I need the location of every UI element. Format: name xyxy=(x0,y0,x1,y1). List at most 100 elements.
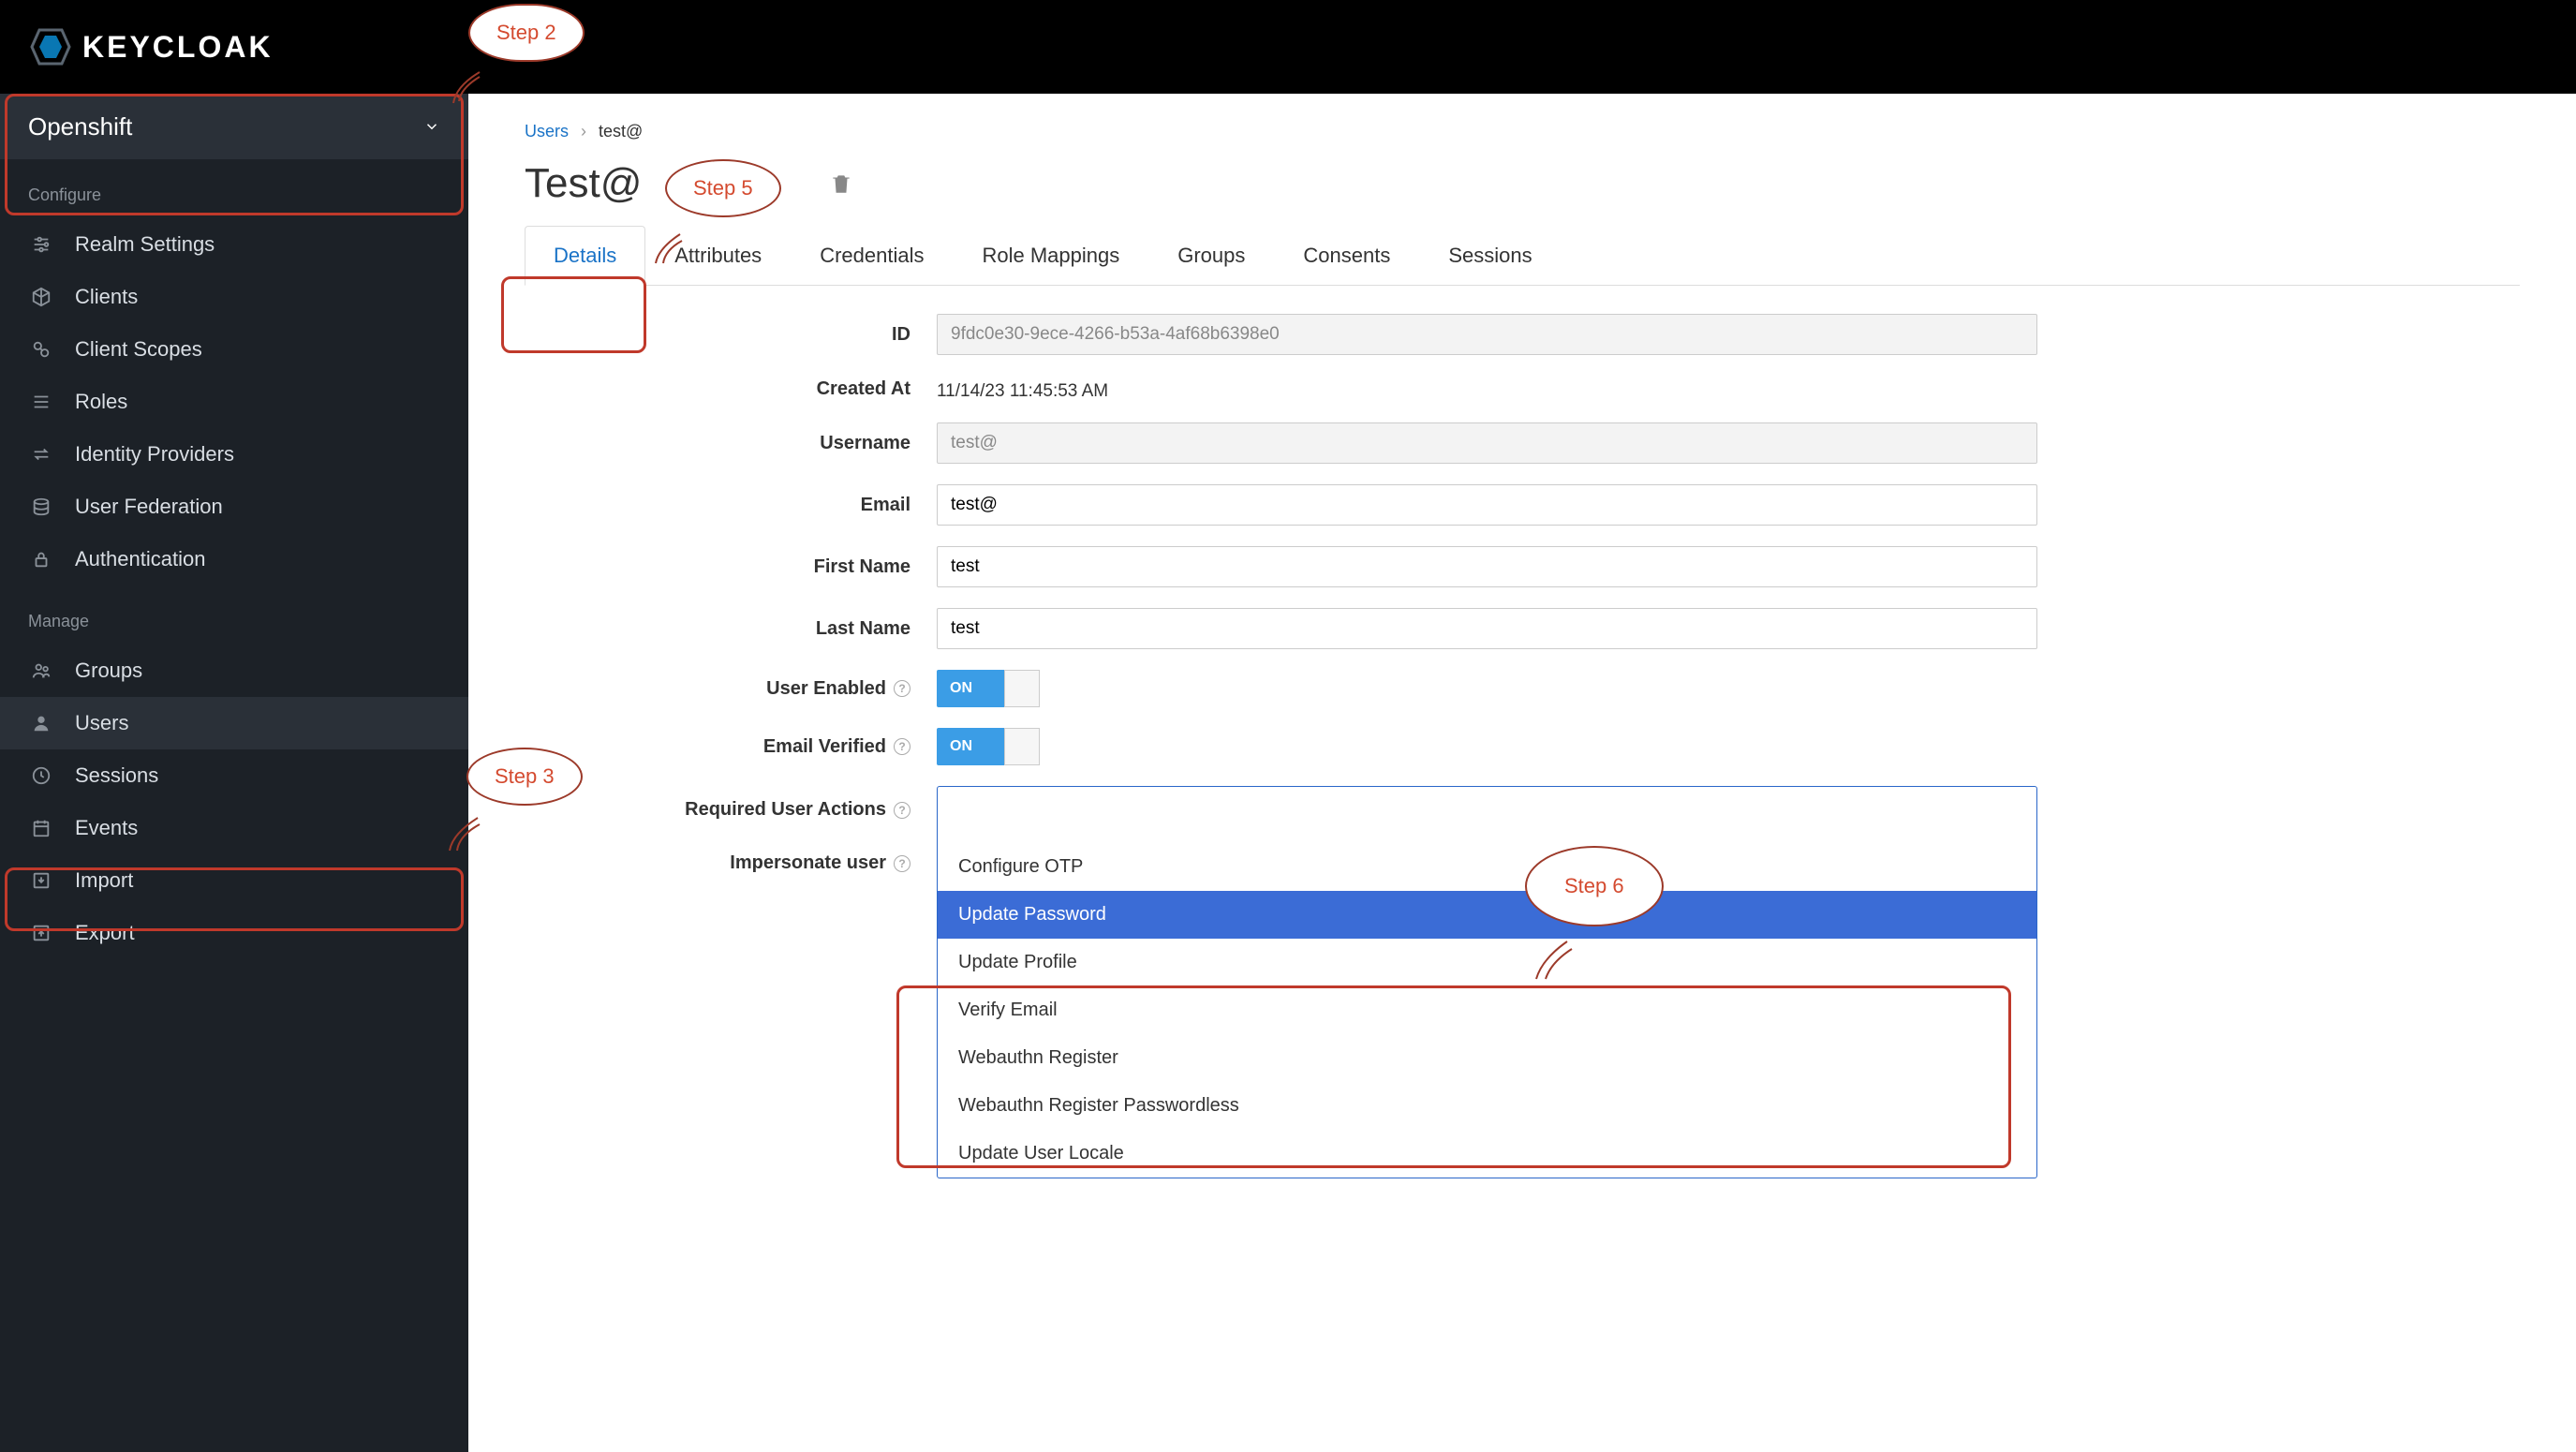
option-configure-otp[interactable]: Configure OTP xyxy=(938,843,2036,891)
sidebar-item-label: Users xyxy=(75,711,128,735)
input-last-name[interactable] xyxy=(937,608,2037,649)
list-icon xyxy=(28,389,54,415)
sidebar-item-label: Clients xyxy=(75,285,138,309)
brand-text: KEYCLOAK xyxy=(82,30,274,65)
dropdown-input[interactable] xyxy=(938,787,2036,843)
sidebar-item-clients[interactable]: Clients xyxy=(0,271,468,323)
sidebar-item-label: Identity Providers xyxy=(75,442,234,467)
export-icon xyxy=(28,920,54,946)
delete-user-button[interactable] xyxy=(829,171,853,196)
lock-icon xyxy=(28,546,54,572)
toggle-knob xyxy=(1004,670,1040,707)
main-content: Users › test@ Test@ DetailsAttributesCre… xyxy=(468,94,2576,1452)
toggle-user-enabled[interactable]: ON xyxy=(937,670,1040,707)
label-required-actions: Required User Actions ? xyxy=(525,786,937,821)
tab-credentials[interactable]: Credentials xyxy=(791,226,953,285)
annotation-step6: Step 6 xyxy=(1525,846,1664,926)
sidebar-item-sessions[interactable]: Sessions xyxy=(0,749,468,802)
breadcrumb: Users › test@ xyxy=(525,122,2520,141)
toggle-email-verified[interactable]: ON xyxy=(937,728,1040,765)
calendar-icon xyxy=(28,815,54,841)
import-icon xyxy=(28,867,54,894)
annotation-step2: Step 2 xyxy=(468,4,585,62)
annotation-step5: Step 5 xyxy=(665,159,781,217)
sidebar-item-label: Realm Settings xyxy=(75,232,215,257)
input-username xyxy=(937,422,2037,464)
realm-name: Openshift xyxy=(28,112,132,141)
sidebar-item-label: Import xyxy=(75,868,133,893)
label-username: Username xyxy=(525,433,937,454)
sidebar-item-label: Groups xyxy=(75,659,142,683)
sidebar-item-users[interactable]: Users xyxy=(0,697,468,749)
input-email[interactable] xyxy=(937,484,2037,526)
option-update-password[interactable]: Update Password xyxy=(938,891,2036,939)
tab-groups[interactable]: Groups xyxy=(1148,226,1274,285)
required-actions-dropdown[interactable]: Configure OTPUpdate PasswordUpdate Profi… xyxy=(937,786,2037,1178)
sidebar-item-import[interactable]: Import xyxy=(0,854,468,907)
help-icon[interactable]: ? xyxy=(894,855,910,872)
sidebar-item-realm-settings[interactable]: Realm Settings xyxy=(0,218,468,271)
label-email-verified: Email Verified ? xyxy=(525,736,937,758)
option-update-user-locale[interactable]: Update User Locale xyxy=(938,1130,2036,1178)
user-icon xyxy=(28,710,54,736)
breadcrumb-users-link[interactable]: Users xyxy=(525,122,569,141)
sidebar-item-export[interactable]: Export xyxy=(0,907,468,959)
dropdown-list: Configure OTPUpdate PasswordUpdate Profi… xyxy=(938,843,2036,1178)
tabs: DetailsAttributesCredentialsRole Mapping… xyxy=(525,226,2520,286)
sliders-icon xyxy=(28,231,54,258)
keycloak-icon xyxy=(28,24,73,69)
sidebar-section-manage: Manage xyxy=(0,585,468,645)
breadcrumb-current: test@ xyxy=(599,122,643,141)
sidebar-item-label: Client Scopes xyxy=(75,337,202,362)
breadcrumb-separator: › xyxy=(581,122,586,141)
realm-selector[interactable]: Openshift xyxy=(0,94,468,159)
sidebar-item-label: Sessions xyxy=(75,763,158,788)
label-email: Email xyxy=(525,495,937,516)
brand-logo[interactable]: KEYCLOAK xyxy=(28,24,274,69)
sidebar-item-roles[interactable]: Roles xyxy=(0,376,468,428)
scopes-icon xyxy=(28,336,54,363)
tab-details[interactable]: Details xyxy=(525,226,645,286)
sidebar-item-label: Events xyxy=(75,816,138,840)
sidebar-item-label: Roles xyxy=(75,390,127,414)
toggle-knob xyxy=(1004,728,1040,765)
option-verify-email[interactable]: Verify Email xyxy=(938,986,2036,1034)
sidebar-item-label: User Federation xyxy=(75,495,223,519)
option-webauthn-register-passwordless[interactable]: Webauthn Register Passwordless xyxy=(938,1082,2036,1130)
sidebar-item-label: Authentication xyxy=(75,547,205,571)
value-created-at: 11/14/23 11:45:53 AM xyxy=(937,376,2037,402)
group-icon xyxy=(28,658,54,684)
sidebar-item-groups[interactable]: Groups xyxy=(0,645,468,697)
database-icon xyxy=(28,494,54,520)
page-title: Test@ xyxy=(525,160,642,207)
chevron-down-icon xyxy=(423,118,440,135)
label-first-name: First Name xyxy=(525,556,937,578)
sidebar-item-events[interactable]: Events xyxy=(0,802,468,854)
label-impersonate: Impersonate user ? xyxy=(525,852,937,874)
label-created-at: Created At xyxy=(525,378,937,400)
clock-icon xyxy=(28,763,54,789)
user-form: ID Created At 11/14/23 11:45:53 AM Usern… xyxy=(525,314,2520,874)
help-icon[interactable]: ? xyxy=(894,802,910,819)
topbar: KEYCLOAK xyxy=(0,0,2576,94)
sidebar-item-client-scopes[interactable]: Client Scopes xyxy=(0,323,468,376)
exchange-icon xyxy=(28,441,54,467)
tab-consents[interactable]: Consents xyxy=(1274,226,1419,285)
option-update-profile[interactable]: Update Profile xyxy=(938,939,2036,986)
input-first-name[interactable] xyxy=(937,546,2037,587)
tab-role-mappings[interactable]: Role Mappings xyxy=(953,226,1148,285)
label-id: ID xyxy=(525,324,937,346)
sidebar-item-user-federation[interactable]: User Federation xyxy=(0,481,468,533)
annotation-step3: Step 3 xyxy=(466,748,583,806)
option-webauthn-register[interactable]: Webauthn Register xyxy=(938,1034,2036,1082)
help-icon[interactable]: ? xyxy=(894,680,910,697)
label-user-enabled: User Enabled ? xyxy=(525,678,937,700)
sidebar-item-identity-providers[interactable]: Identity Providers xyxy=(0,428,468,481)
sidebar-item-authentication[interactable]: Authentication xyxy=(0,533,468,585)
input-id xyxy=(937,314,2037,355)
sidebar: Openshift Configure Realm Settings Clien… xyxy=(0,94,468,1452)
sidebar-section-configure: Configure xyxy=(0,159,468,218)
cube-icon xyxy=(28,284,54,310)
tab-sessions[interactable]: Sessions xyxy=(1419,226,1561,285)
help-icon[interactable]: ? xyxy=(894,738,910,755)
